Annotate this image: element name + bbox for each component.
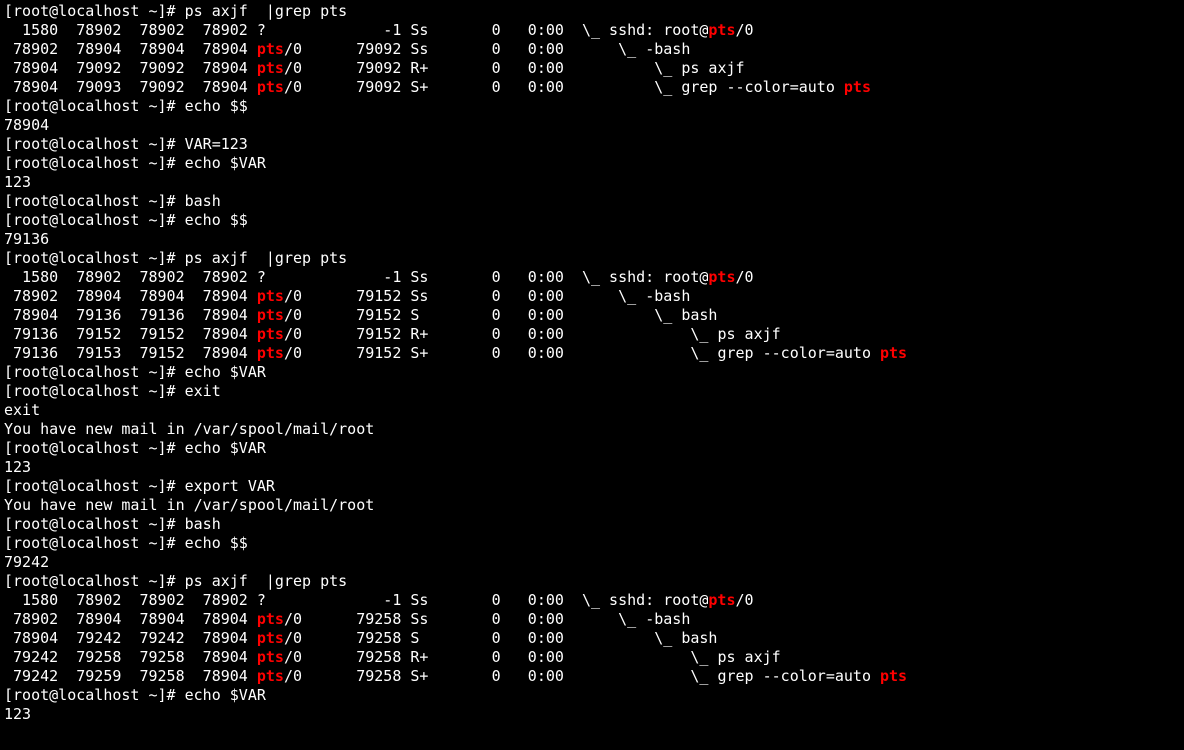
command-line: [root@localhost ~]# ps axjf |grep pts <box>4 572 1180 591</box>
output-line: 79242 <box>4 553 1180 572</box>
command-line: [root@localhost ~]# echo $$ <box>4 211 1180 230</box>
output-line: 79136 <box>4 230 1180 249</box>
ps-row: 78904 79093 79092 78904 pts/0 79092 S+ 0… <box>4 78 1180 97</box>
output-line: exit <box>4 401 1180 420</box>
highlight-token: pts <box>257 629 284 647</box>
ps-row: 78902 78904 78904 78904 pts/0 79152 Ss 0… <box>4 287 1180 306</box>
ps-row: 78904 79242 79242 78904 pts/0 79258 S 0 … <box>4 629 1180 648</box>
command-line: [root@localhost ~]# echo $$ <box>4 97 1180 116</box>
highlight-token: pts <box>257 306 284 324</box>
highlight-token: pts <box>257 667 284 685</box>
shell-prompt: [root@localhost ~]# <box>4 572 185 590</box>
shell-prompt: [root@localhost ~]# <box>4 211 185 229</box>
output-line: 123 <box>4 705 1180 724</box>
command-text: export VAR <box>185 477 275 495</box>
shell-prompt: [root@localhost ~]# <box>4 135 185 153</box>
command-text: echo $$ <box>185 534 248 552</box>
command-text: bash <box>185 192 221 210</box>
command-text: echo $VAR <box>185 439 266 457</box>
command-text: ps axjf |grep pts <box>185 249 348 267</box>
ps-row: 79136 79152 79152 78904 pts/0 79152 R+ 0… <box>4 325 1180 344</box>
shell-prompt: [root@localhost ~]# <box>4 154 185 172</box>
shell-prompt: [root@localhost ~]# <box>4 534 185 552</box>
highlight-token: pts <box>708 21 735 39</box>
shell-prompt: [root@localhost ~]# <box>4 363 185 381</box>
command-line: [root@localhost ~]# ps axjf |grep pts <box>4 2 1180 21</box>
highlight-token: pts <box>880 344 907 362</box>
command-line: [root@localhost ~]# exit <box>4 382 1180 401</box>
command-text: echo $VAR <box>185 686 266 704</box>
command-text: echo $VAR <box>185 363 266 381</box>
highlight-token: pts <box>257 59 284 77</box>
command-text: ps axjf |grep pts <box>185 572 348 590</box>
command-text: bash <box>185 515 221 533</box>
ps-row: 78902 78904 78904 78904 pts/0 79092 Ss 0… <box>4 40 1180 59</box>
command-text: echo $$ <box>185 211 248 229</box>
output-line: 78904 <box>4 116 1180 135</box>
shell-prompt: [root@localhost ~]# <box>4 439 185 457</box>
command-line: [root@localhost ~]# bash <box>4 192 1180 211</box>
highlight-token: pts <box>880 667 907 685</box>
ps-row: 1580 78902 78902 78902 ? -1 Ss 0 0:00 \_… <box>4 268 1180 287</box>
ps-row: 78904 79092 79092 78904 pts/0 79092 R+ 0… <box>4 59 1180 78</box>
output-line: 123 <box>4 458 1180 477</box>
highlight-token: pts <box>257 648 284 666</box>
shell-prompt: [root@localhost ~]# <box>4 382 185 400</box>
shell-prompt: [root@localhost ~]# <box>4 686 185 704</box>
highlight-token: pts <box>257 40 284 58</box>
command-line: [root@localhost ~]# echo $VAR <box>4 363 1180 382</box>
output-line: 123 <box>4 173 1180 192</box>
command-line: [root@localhost ~]# ps axjf |grep pts <box>4 249 1180 268</box>
output-line: You have new mail in /var/spool/mail/roo… <box>4 420 1180 439</box>
highlight-token: pts <box>257 610 284 628</box>
ps-row: 78904 79136 79136 78904 pts/0 79152 S 0 … <box>4 306 1180 325</box>
highlight-token: pts <box>257 325 284 343</box>
command-text: echo $VAR <box>185 154 266 172</box>
command-text: VAR=123 <box>185 135 248 153</box>
output-line: You have new mail in /var/spool/mail/roo… <box>4 496 1180 515</box>
command-line: [root@localhost ~]# VAR=123 <box>4 135 1180 154</box>
highlight-token: pts <box>257 78 284 96</box>
highlight-token: pts <box>257 344 284 362</box>
ps-row: 78902 78904 78904 78904 pts/0 79258 Ss 0… <box>4 610 1180 629</box>
highlight-token: pts <box>708 268 735 286</box>
highlight-token: pts <box>257 287 284 305</box>
shell-prompt: [root@localhost ~]# <box>4 192 185 210</box>
command-line: [root@localhost ~]# echo $VAR <box>4 154 1180 173</box>
command-line: [root@localhost ~]# echo $VAR <box>4 686 1180 705</box>
terminal-output[interactable]: [root@localhost ~]# ps axjf |grep pts 15… <box>0 0 1184 726</box>
ps-row: 1580 78902 78902 78902 ? -1 Ss 0 0:00 \_… <box>4 21 1180 40</box>
highlight-token: pts <box>708 591 735 609</box>
command-line: [root@localhost ~]# export VAR <box>4 477 1180 496</box>
ps-row: 79242 79259 79258 78904 pts/0 79258 S+ 0… <box>4 667 1180 686</box>
shell-prompt: [root@localhost ~]# <box>4 477 185 495</box>
ps-row: 79136 79153 79152 78904 pts/0 79152 S+ 0… <box>4 344 1180 363</box>
highlight-token: pts <box>844 78 871 96</box>
shell-prompt: [root@localhost ~]# <box>4 515 185 533</box>
command-text: ps axjf |grep pts <box>185 2 348 20</box>
command-line: [root@localhost ~]# echo $VAR <box>4 439 1180 458</box>
ps-row: 1580 78902 78902 78902 ? -1 Ss 0 0:00 \_… <box>4 591 1180 610</box>
command-line: [root@localhost ~]# bash <box>4 515 1180 534</box>
ps-row: 79242 79258 79258 78904 pts/0 79258 R+ 0… <box>4 648 1180 667</box>
shell-prompt: [root@localhost ~]# <box>4 2 185 20</box>
command-text: exit <box>185 382 221 400</box>
command-text: echo $$ <box>185 97 248 115</box>
command-line: [root@localhost ~]# echo $$ <box>4 534 1180 553</box>
shell-prompt: [root@localhost ~]# <box>4 249 185 267</box>
shell-prompt: [root@localhost ~]# <box>4 97 185 115</box>
